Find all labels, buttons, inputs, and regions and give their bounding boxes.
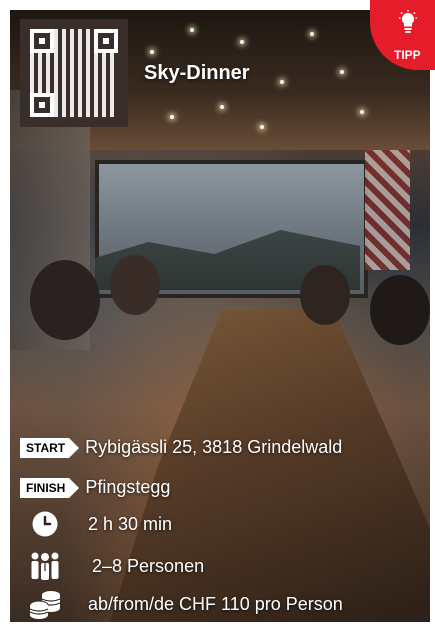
duration-row: 2 h 30 min <box>20 509 172 539</box>
ceiling-light <box>170 115 174 119</box>
clock-icon <box>20 509 70 539</box>
ceiling-light <box>310 32 314 36</box>
guest <box>300 265 350 325</box>
ceiling-light <box>190 28 194 32</box>
price-text: ab/from/de CHF 110 pro Person <box>88 593 343 614</box>
persons-text: 2–8 Personen <box>92 555 205 576</box>
ceiling-light <box>240 40 244 44</box>
page-title: Sky-Dinner <box>144 62 250 84</box>
start-row: START Rybigässli 25, 3818 Grindelwald <box>20 437 342 458</box>
coins-icon <box>20 589 70 619</box>
ceiling-light <box>360 110 364 114</box>
qr-finder <box>30 93 54 117</box>
ceiling-light <box>280 80 284 84</box>
tipp-badge: TIPP <box>370 0 435 72</box>
guest <box>370 275 430 345</box>
start-address: Rybigässli 25, 3818 Grindelwald <box>85 437 343 457</box>
ceiling-light <box>260 125 264 129</box>
price-row: ab/from/de CHF 110 pro Person <box>20 589 343 619</box>
curtain <box>365 150 410 270</box>
guest <box>30 260 100 340</box>
tipp-label: TIPP <box>394 48 421 62</box>
qr-finder <box>94 29 118 53</box>
qr-finder <box>30 29 54 53</box>
lightbulb-icon <box>399 10 417 33</box>
start-tag: START <box>20 437 80 458</box>
finish-location: Pfingstegg <box>85 477 171 497</box>
qr-code[interactable] <box>20 19 128 127</box>
ceiling-light <box>150 50 154 54</box>
guest <box>110 255 160 315</box>
duration-text: 2 h 30 min <box>88 513 173 534</box>
group-icon <box>20 551 70 581</box>
persons-row: 2–8 Personen <box>20 551 204 581</box>
ceiling-light <box>220 105 224 109</box>
finish-tag: FINISH <box>20 477 80 498</box>
ceiling-light <box>340 70 344 74</box>
finish-row: FINISH Pfingstegg <box>20 477 170 498</box>
